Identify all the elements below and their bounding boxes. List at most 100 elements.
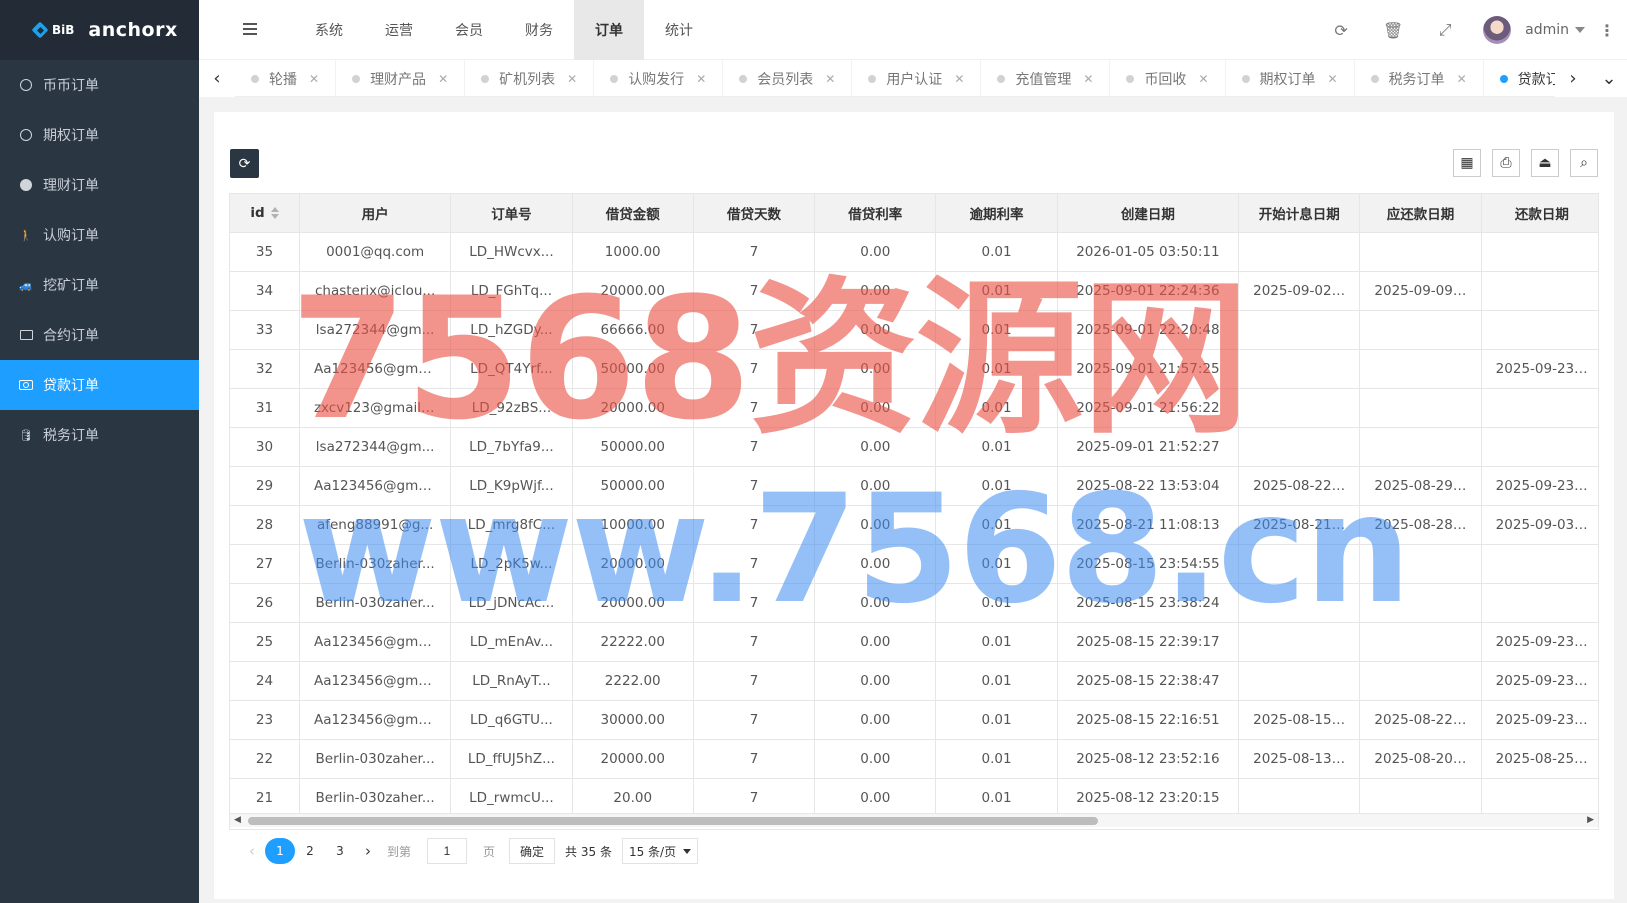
top-nav-item-2[interactable]: 会员 [434,0,504,60]
refresh-icon[interactable]: ⟳ [1315,21,1367,40]
table-cell: 0.00 [814,349,937,389]
close-icon[interactable]: ✕ [1457,72,1467,86]
tab-item-10[interactable]: 贷款订单✕ [1484,60,1555,97]
table-cell: 2025-09-23 ... [1481,349,1598,389]
table-row[interactable]: 32 Aa123456@gma... LD_QT4Yrf... 50000.00 7 0.… [230,349,1598,389]
horizontal-scrollbar[interactable]: ◀ ▶ [230,813,1598,827]
top-nav-item-3[interactable]: 财务 [504,0,574,60]
table-row[interactable]: 26 Berlin-030zaher... LD_jDNcAc... 20000.00… [230,583,1598,623]
close-icon[interactable]: ✕ [438,72,448,86]
tab-item-3[interactable]: 认购发行 ✕ [594,60,724,97]
close-icon[interactable]: ✕ [309,72,319,86]
print-icon[interactable]: ⎙ [1492,149,1520,177]
tab-item-6[interactable]: 充值管理 ✕ [981,60,1111,97]
sidebar-item-1[interactable]: 期权订单 [0,110,199,160]
search-icon[interactable]: ⌕ [1570,149,1598,177]
scrollbar-thumb[interactable] [248,817,1098,825]
table-refresh-button[interactable]: ⟳ [230,149,259,178]
sidebar-item-3[interactable]: 🚶 认购订单 [0,210,199,260]
sidebar-item-6[interactable]: 贷款订单 [0,360,199,410]
table-row[interactable]: 27 Berlin-030zaher... LD_2pK5w... 20000.00 7… [230,544,1598,584]
table-row[interactable]: 25 Aa123456@gma... LD_mEnAv... 22222.00 7 0.0… [230,622,1598,662]
columns-icon[interactable]: ▦ [1453,149,1481,177]
tab-item-8[interactable]: 期权订单 ✕ [1226,60,1355,97]
trash-icon[interactable]: 🗑 [1367,21,1419,40]
table-cell: Aa123456@gma... [299,700,452,740]
tab-item-0[interactable]: 轮播 ✕ [235,60,337,97]
table-row[interactable]: 30 lsa272344@gm... LD_7bYfa9... 50000.00 7 0.… [230,427,1598,467]
table-cell: LD_QT4Yrf... [450,349,573,389]
table-row[interactable]: 24 Aa123456@gma... LD_RnAyT... 2222.00 7 0.00… [230,661,1598,701]
sidebar-item-7[interactable]: 🛢 税务订单 [0,410,199,460]
table-row[interactable]: 31 zxcv123@gmail.... LD_92zBS... 20000.00 7 0… [230,388,1598,428]
table-row[interactable]: 22 Berlin-030zaher... LD_ffUJ5hZ... 20000.0… [230,739,1598,779]
goto-confirm-button[interactable]: 确定 [509,838,556,864]
table-row[interactable]: 23 Aa123456@gma... LD_q6GTU... 30000.00 7 0.0… [230,700,1598,740]
top-nav-item-1[interactable]: 运营 [364,0,434,60]
chevron-down-icon[interactable] [1575,27,1585,33]
sidebar-item-2[interactable]: 理财订单 [0,160,199,210]
page-number-1[interactable]: 1 [265,838,295,864]
table-cell: 30000.00 [572,700,694,740]
page-tabs: 轮播 ✕ 理财产品 ✕ 矿机列表 ✕ 认购发行 ✕ 会员列表 ✕ 用户认证 ✕ 充值管理 ✕ 币回收 ✕ 期权订… [235,60,1555,97]
table-row[interactable]: 35 0001@qq.com LD_HWcvx... 1000.00 7 0.00 0.01… [230,232,1598,272]
table-cell [1359,310,1482,350]
avatar[interactable] [1483,16,1512,44]
column-header-1: 用户 [299,194,452,233]
tab-item-2[interactable]: 矿机列表 ✕ [465,60,595,97]
table-row[interactable]: 34 chasterix@iclou... LD_FGhTq... 20000.00 7… [230,271,1598,311]
close-icon[interactable]: ✕ [1328,72,1338,86]
table-cell: 0.01 [935,622,1058,662]
prev-page-icon[interactable]: ‹ [239,842,265,860]
menu-toggle-icon[interactable] [243,23,257,35]
column-header-0[interactable]: id [230,194,300,233]
tab-item-7[interactable]: 币回收 ✕ [1110,60,1226,97]
next-page-icon[interactable]: › [355,842,381,860]
column-header-6: 逾期利率 [935,194,1058,233]
page-number-2[interactable]: 2 [295,838,325,864]
brand[interactable]: BiB anchorx [0,0,199,60]
table-row[interactable]: 28 afeng88991@g... LD_mrg8fC... 10000.00 7 0.… [230,505,1598,545]
tab-item-9[interactable]: 税务订单 ✕ [1355,60,1484,97]
sort-icon[interactable] [270,206,279,219]
tab-item-4[interactable]: 会员列表 ✕ [723,60,853,97]
close-icon[interactable]: ✕ [696,72,706,86]
goto-page-input[interactable] [427,838,468,864]
user-name[interactable]: admin [1525,22,1569,38]
scroll-left-icon[interactable]: ◀ [234,815,241,825]
fullscreen-icon[interactable]: ⤢ [1419,20,1471,40]
export-icon[interactable]: ⏏ [1531,149,1559,177]
table-row[interactable]: 29 Aa123456@gma... LD_K9pWjf... 50000.00 7 0.… [230,466,1598,506]
top-header: 系统 运营 会员 财务 订单 统计 ⟳ 🗑 ⤢ admin ⋮ [199,0,1627,60]
page-size-value: 15 条/页 [628,844,677,859]
table-cell: 2025-08-21 11:08:13 [1057,505,1240,545]
tab-dot-icon [739,74,748,83]
page-size-select[interactable]: 15 条/页 [621,838,698,864]
table-cell: 7 [693,700,816,740]
sidebar-item-5[interactable]: 合约订单 [0,310,199,360]
tab-scroll-right-icon[interactable]: › [1555,60,1591,97]
top-nav-item-5[interactable]: 统计 [644,0,714,60]
tab-item-5[interactable]: 用户认证 ✕ [852,60,982,97]
close-icon[interactable]: ✕ [1083,72,1093,86]
close-icon[interactable]: ✕ [954,72,964,86]
more-icon[interactable]: ⋮ [1599,21,1627,40]
sidebar-item-0[interactable]: 币币订单 [0,60,199,110]
tab-scroll-left-icon[interactable]: ‹ [199,60,235,97]
table-row[interactable]: 33 lsa272344@gm... LD_hZGDy... 66666.00 7 0.0… [230,310,1598,350]
close-icon[interactable]: ✕ [1198,72,1208,86]
close-icon[interactable]: ✕ [825,72,835,86]
logo-text: BiB [52,23,75,37]
page-number-3[interactable]: 3 [325,838,355,864]
top-nav-item-4[interactable]: 订单 [574,0,644,60]
close-icon[interactable]: ✕ [567,72,577,86]
table-cell: 2025-08-22 ... [1359,700,1482,740]
sidebar-item-4[interactable]: 🚙 挖矿订单 [0,260,199,310]
scroll-right-icon[interactable]: ▶ [1587,815,1594,825]
column-header-label: 开始计息日期 [1258,206,1340,223]
table-row[interactable]: 21 Berlin-030zaher... LD_rwmcU... 20.00 7 0.0… [230,778,1598,818]
top-nav-item-0[interactable]: 系统 [294,0,364,60]
tab-item-1[interactable]: 理财产品 ✕ [336,60,466,97]
tab-menu-chevron-down-icon[interactable]: ⌄ [1591,60,1627,97]
table-cell: LD_hZGDy... [450,310,573,350]
